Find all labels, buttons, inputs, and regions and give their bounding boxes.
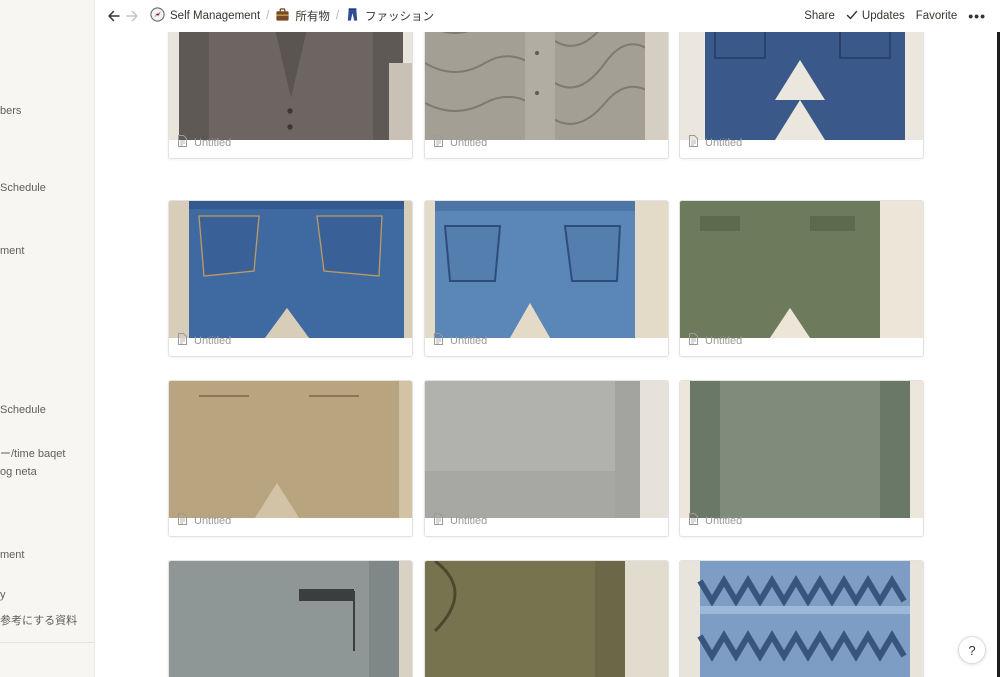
card-title: Untitled: [688, 513, 742, 528]
card-image-quilted-jacket: [425, 32, 668, 140]
page-icon: [433, 135, 444, 150]
breadcrumb-label: Self Management: [170, 10, 261, 22]
breadcrumb-label: 所有物: [295, 11, 330, 23]
card-image-jeans-back: [169, 201, 412, 338]
updates-button[interactable]: Updates: [846, 9, 905, 24]
help-button[interactable]: ?: [958, 636, 986, 664]
breadcrumb-separator: /: [266, 10, 270, 22]
gallery-card[interactable]: Untitled: [679, 380, 924, 537]
card-image-green-gray-sweater: [680, 381, 923, 518]
card-title-text: Untitled: [194, 136, 232, 149]
topbar: Self Management / 所有物 / ファッション Share Upd…: [95, 0, 1000, 32]
card-title-text: Untitled: [450, 334, 488, 347]
share-label: Share: [804, 10, 835, 22]
favorite-button[interactable]: Favorite: [916, 10, 958, 22]
compass-icon: [150, 7, 165, 25]
card-title-text: Untitled: [194, 334, 232, 347]
breadcrumb-fashion[interactable]: ファッション: [342, 5, 437, 27]
card-title: Untitled: [177, 135, 231, 150]
favorite-label: Favorite: [915, 10, 958, 22]
topbar-actions: Share Updates Favorite •••: [804, 0, 986, 32]
gallery-card[interactable]: Untitled: [679, 32, 924, 159]
sidebar-item-members[interactable]: bers: [0, 105, 21, 117]
sidebar-item-blog-neta[interactable]: og neta: [0, 466, 37, 478]
forward-arrow-icon[interactable]: [123, 7, 141, 25]
breadcrumb: Self Management / 所有物 / ファッション: [147, 5, 437, 27]
card-image-gray-sweatshirt: [425, 381, 668, 518]
card-title: Untitled: [433, 333, 487, 348]
page-icon: [177, 333, 188, 348]
card-title-text: Untitled: [194, 514, 232, 527]
updates-label: Updates: [861, 10, 905, 22]
gallery-card[interactable]: Untitled: [424, 380, 669, 537]
breadcrumb-separator: /: [335, 10, 340, 22]
card-image-dark-jeans: [680, 32, 923, 140]
card-title-text: Untitled: [450, 136, 488, 149]
card-image-khaki-chinos: [169, 381, 412, 518]
gallery-card[interactable]: [424, 560, 669, 677]
gallery-view: Untitled Untitled Untitled Untitled Unti…: [95, 32, 1000, 677]
back-arrow-icon[interactable]: [105, 7, 123, 25]
breadcrumb-self-management[interactable]: Self Management: [147, 5, 263, 27]
check-icon: [846, 9, 858, 24]
sidebar-item-schedule[interactable]: Schedule: [0, 182, 46, 194]
page-icon: [688, 135, 699, 150]
sidebar: bers Schedule ment Schedule ー/time baqet…: [0, 0, 95, 677]
page-icon: [433, 513, 444, 528]
card-title-text: Untitled: [705, 136, 743, 149]
gallery-card[interactable]: Untitled: [168, 32, 413, 159]
card-title: Untitled: [688, 333, 742, 348]
gallery-card[interactable]: Untitled: [424, 200, 669, 357]
card-title: Untitled: [177, 513, 231, 528]
card-image-gray-cardigan: [169, 32, 412, 140]
sidebar-item-y[interactable]: y: [0, 589, 6, 601]
bag-icon: [275, 7, 290, 25]
gallery-card[interactable]: Untitled: [679, 200, 924, 357]
more-options-button[interactable]: •••: [968, 8, 986, 24]
page-icon: [688, 513, 699, 528]
card-title-text: Untitled: [705, 514, 743, 527]
page-icon: [688, 333, 699, 348]
card-title: Untitled: [433, 135, 487, 150]
card-image-blue-pattern-sweater: [680, 561, 923, 677]
sidebar-item-management[interactable]: ment: [0, 245, 24, 257]
card-title: Untitled: [688, 135, 742, 150]
share-button[interactable]: Share: [804, 10, 835, 22]
breadcrumb-label: ファッション: [365, 11, 435, 23]
card-image-olive-pants: [680, 201, 923, 338]
breadcrumb-belongings[interactable]: 所有物: [272, 5, 333, 27]
gallery-card[interactable]: [168, 560, 413, 677]
gallery-card[interactable]: Untitled: [424, 32, 669, 159]
card-title-text: Untitled: [705, 334, 743, 347]
card-title: Untitled: [177, 333, 231, 348]
card-image-light-jeans-back: [425, 201, 668, 338]
card-image-green-tweed-knit: [425, 561, 668, 677]
sidebar-item-time-budget[interactable]: ー/time baqet: [0, 445, 65, 461]
sidebar-divider: [0, 642, 94, 643]
card-title-text: Untitled: [450, 514, 488, 527]
sidebar-item-schedule-2[interactable]: Schedule: [0, 404, 46, 416]
gallery-card[interactable]: Untitled: [168, 200, 413, 357]
card-title: Untitled: [433, 513, 487, 528]
gallery-card[interactable]: Untitled: [168, 380, 413, 537]
sidebar-item-reference[interactable]: 参考にする資料: [0, 612, 77, 628]
page-icon: [433, 333, 444, 348]
sidebar-item-management-2[interactable]: ment: [0, 549, 24, 561]
page-icon: [177, 135, 188, 150]
page-icon: [177, 513, 188, 528]
card-image-gray-zip-top: [169, 561, 412, 677]
jeans-icon: [345, 7, 360, 25]
gallery-card[interactable]: [679, 560, 924, 677]
